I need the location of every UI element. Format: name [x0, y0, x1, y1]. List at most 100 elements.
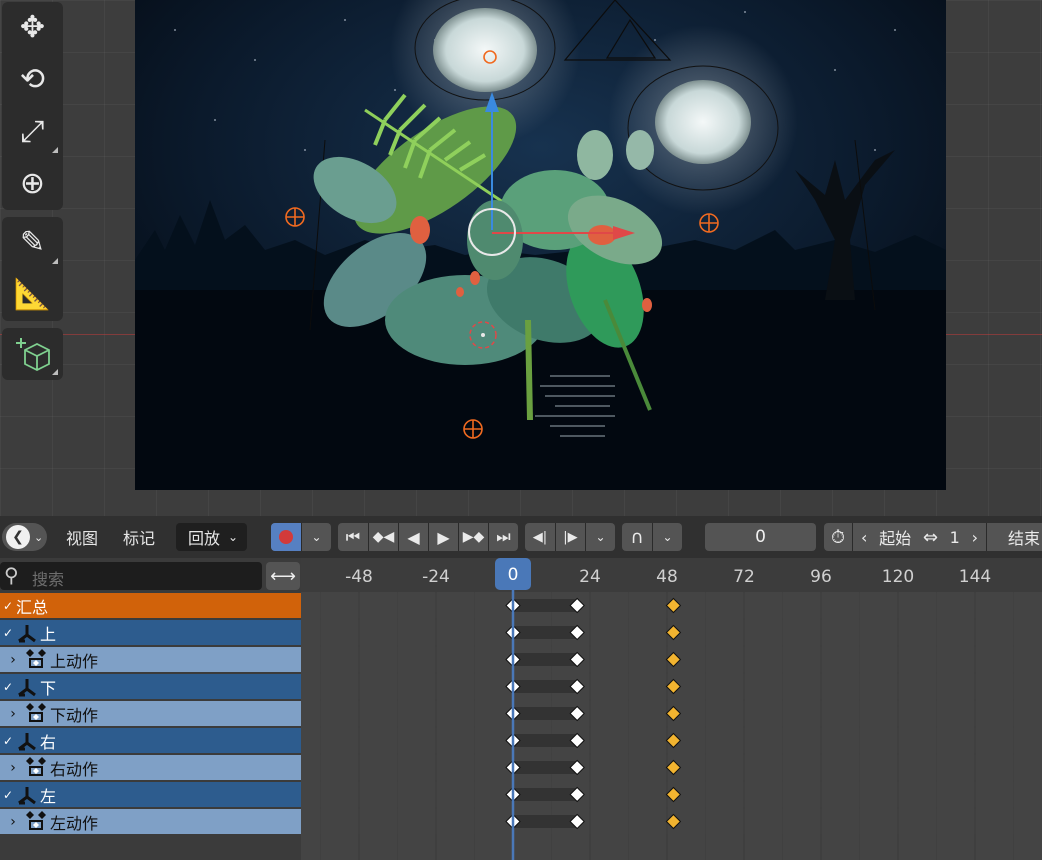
chevron-down-icon: ⌄	[228, 530, 239, 544]
step-forward-button[interactable]: |▶	[555, 523, 585, 551]
expand-check-icon[interactable]: ✓	[0, 788, 16, 802]
chevron-down-icon: ⌄	[311, 530, 322, 544]
magnet-icon: ∩	[630, 526, 644, 548]
move-icon[interactable]: ✥	[2, 2, 63, 54]
rotate-icon[interactable]: ⟲	[2, 54, 63, 106]
hold-bar	[513, 707, 578, 720]
chevron-right-icon: ›	[971, 527, 978, 547]
expand-check-icon[interactable]: ✓	[0, 680, 16, 694]
channel-row-action[interactable]: › 下动作	[0, 701, 301, 726]
search-input[interactable]: ⚲ 搜索	[0, 562, 262, 590]
start-label: 起始	[879, 529, 912, 548]
channel-list: ⚲ 搜索 ⟷ ✓ 汇总 ✓ 上 › 上动作 ✓ 下 › 下动作 ✓ 右 › 右动作 ✓ 左 › 左动作	[0, 558, 301, 860]
transport-controls: ⏮ ◆◀ ◀ ▶ ▶◆ ⏭	[338, 523, 518, 551]
expand-arrow-icon[interactable]: ›	[0, 760, 20, 776]
chevron-down-icon: ⌄	[595, 530, 606, 544]
editor-type-menu[interactable]: ❮ ⌄	[2, 523, 47, 551]
channel-label: 右动作	[50, 759, 99, 779]
playback-label: 回放	[188, 529, 221, 548]
channel-label: 汇总	[16, 597, 49, 617]
ruler-label: 72	[733, 567, 755, 587]
auto-keying-dropdown[interactable]: ⌄	[301, 523, 331, 551]
channel-label: 上	[40, 624, 57, 644]
3d-viewport[interactable]: ✥ ⟲ ⤢ ⊕ ✎ 📐	[0, 0, 1042, 516]
annotate-icon[interactable]: ✎	[2, 217, 63, 269]
action-icon	[22, 810, 50, 833]
add-tools	[2, 328, 63, 380]
frame-step-dropdown[interactable]: ⌄	[585, 523, 615, 551]
measure-icon[interactable]: 📐	[2, 269, 63, 321]
ruler-label: 48	[656, 567, 678, 587]
expand-arrow-icon[interactable]: ›	[0, 652, 20, 668]
expand-arrow-icon[interactable]: ›	[0, 706, 20, 722]
scene-render	[135, 0, 946, 490]
playback-menu[interactable]: 回放 ⌄	[176, 523, 247, 551]
expand-arrow-icon[interactable]: ›	[0, 814, 20, 830]
action-icon	[22, 756, 50, 779]
stopwatch-button[interactable]: ⏱	[824, 523, 852, 551]
add-cube-icon[interactable]	[2, 328, 63, 380]
current-frame-field[interactable]: 0	[705, 523, 816, 551]
end-label: 结束	[1007, 529, 1040, 548]
timeline-canvas[interactable]: -48 -24 24 48 72 96 120 144 0	[301, 558, 1042, 860]
expand-check-icon[interactable]: ✓	[0, 599, 16, 613]
step-back-icon: ◀|	[532, 529, 548, 545]
channel-row-summary[interactable]: ✓ 汇总	[0, 593, 301, 618]
auto-keying-group: ⌄	[271, 523, 331, 551]
dope-sheet-timeline[interactable]: -48 -24 24 48 72 96 120 144 0	[301, 558, 1042, 860]
frame-step-group: ◀| |▶ ⌄	[525, 523, 615, 551]
start-frame-field[interactable]: ‹ 起始 ⇔ 1 ›	[852, 523, 986, 551]
frame-range-group: ⏱ ‹ 起始 ⇔ 1 › 结束	[824, 523, 1042, 551]
expand-check-icon[interactable]: ✓	[0, 734, 16, 748]
hold-bar	[513, 788, 578, 801]
ruler-label: 24	[579, 567, 601, 587]
action-icon	[22, 648, 50, 671]
channel-label: 下	[40, 678, 57, 698]
channel-row-object[interactable]: ✓ 上	[0, 620, 301, 645]
jump-start-button[interactable]: ⏮	[338, 523, 368, 551]
start-value: 1	[949, 527, 960, 547]
dope-sheet-header: ❮ ⌄ 视图 标记 回放 ⌄ ⌄ ⏮ ◆◀ ◀ ▶ ▶◆ ⏭ ◀| |▶ ⌄ ∩…	[0, 516, 1042, 558]
hold-bar	[513, 653, 578, 666]
channel-row-object[interactable]: ✓ 右	[0, 728, 301, 753]
ruler-label: 144	[959, 567, 991, 587]
snap-dropdown[interactable]: ⌄	[652, 523, 682, 551]
step-back-button[interactable]: ◀|	[525, 523, 555, 551]
empty-object-icon	[16, 784, 38, 806]
record-button[interactable]	[271, 523, 301, 551]
channel-label: 左	[40, 786, 57, 806]
end-frame-field[interactable]: 结束	[986, 523, 1042, 551]
chevron-down-icon: ⌄	[662, 530, 673, 544]
camera-view[interactable]	[135, 0, 946, 490]
play-reverse-button[interactable]: ◀	[398, 523, 428, 551]
channel-row-object[interactable]: ✓ 左	[0, 782, 301, 807]
hold-bar	[513, 734, 578, 747]
swap-arrows-icon[interactable]: ⟷	[266, 562, 300, 590]
hold-bar	[513, 599, 578, 612]
snap-toggle[interactable]: ∩	[622, 523, 652, 551]
transform-icon[interactable]: ⊕	[2, 158, 63, 210]
menu-marker[interactable]: 标记	[123, 523, 155, 551]
empty-object-icon	[16, 730, 38, 752]
jump-end-button[interactable]: ⏭	[488, 523, 518, 551]
play-reverse-icon: ◀	[407, 527, 420, 547]
search-icon: ⚲	[4, 563, 19, 587]
hold-bar	[513, 761, 578, 774]
transform-tools: ✥ ⟲ ⤢ ⊕	[2, 2, 63, 210]
next-keyframe-button[interactable]: ▶◆	[458, 523, 488, 551]
prev-keyframe-button[interactable]: ◆◀	[368, 523, 398, 551]
channel-row-action[interactable]: › 上动作	[0, 647, 301, 672]
ruler-label: 120	[882, 567, 914, 587]
annotate-tools: ✎ 📐	[2, 217, 63, 321]
play-button[interactable]: ▶	[428, 523, 458, 551]
scale-icon[interactable]: ⤢	[2, 106, 63, 158]
channel-row-action[interactable]: › 左动作	[0, 809, 301, 834]
menu-view[interactable]: 视图	[66, 523, 98, 551]
resize-cursor-icon: ⇔	[922, 526, 938, 548]
channel-row-action[interactable]: › 右动作	[0, 755, 301, 780]
chevron-left-icon: ‹	[861, 527, 868, 547]
dope-sheet-icon: ❮	[6, 525, 30, 549]
channel-row-object[interactable]: ✓ 下	[0, 674, 301, 699]
expand-check-icon[interactable]: ✓	[0, 626, 16, 640]
prev-keyframe-icon: ◆◀	[372, 529, 395, 545]
